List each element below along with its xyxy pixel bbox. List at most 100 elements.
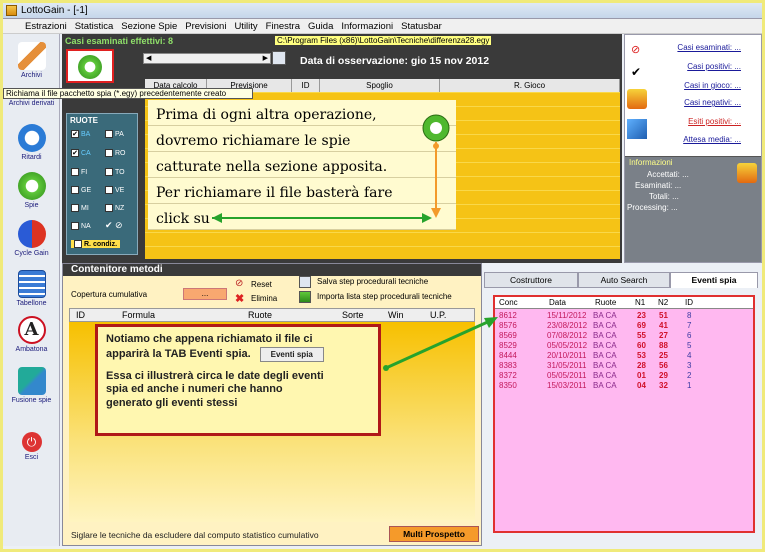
table-cell: 8372 [499,371,517,380]
menu-statistica[interactable]: Statistica [71,19,118,34]
salva-step-button[interactable]: Salva step procedurali tecniche [317,277,428,286]
attesa-media-link[interactable]: Attesa media: ... [683,135,741,144]
sidebar-item-ritardi[interactable]: Ritardi [3,124,60,161]
table-cell: 51 [659,311,668,320]
menu-guida[interactable]: Guida [304,19,337,34]
table-cell: 28 [637,361,646,370]
table-row[interactable]: 8383 31/05/2011 BA CA 28 56 3 [495,361,753,371]
menu-previsioni[interactable]: Previsioni [181,19,230,34]
ruota-fi[interactable]: FI [71,168,87,176]
table-row[interactable]: 8350 15/03/2011 BA CA 04 32 1 [495,381,753,391]
letter-a-icon: A [17,316,46,344]
table-cell: 29 [659,371,668,380]
annotation-note-2: Notiamo che appena richiamato il file ci… [95,324,381,436]
menu-informazioni[interactable]: Informazioni [337,19,397,34]
title-bar: LottoGain - [-1] [3,3,762,19]
save-icon[interactable] [272,51,286,65]
table-cell: 41 [659,321,668,330]
menu-estrazioni[interactable]: Estrazioni [21,19,71,34]
save-icon [299,276,311,288]
sidebar-item-fusione-spie[interactable]: Fusione spie [3,367,60,404]
ruota-mi[interactable]: MI [71,204,89,212]
table-cell: 8444 [499,351,517,360]
ruota-ro[interactable]: RO [105,149,126,157]
scrollbar[interactable]: ◀ ▶ [143,53,271,64]
table-cell: 8350 [499,381,517,390]
ruota-na[interactable]: NA [71,222,91,230]
annotation-arrows [212,114,450,223]
col-r-gioco: R. Gioco [440,79,620,92]
menu-finestra[interactable]: Finestra [262,19,304,34]
scroll-right-icon[interactable]: ▶ [263,54,268,62]
sidebar-item-archivi[interactable]: Archivi [3,42,60,79]
table-cell: 23 [637,311,646,320]
check-all-icon[interactable]: ✔ ⊘ [105,220,123,231]
multi-prospetto-button[interactable]: Multi Prospetto [389,526,479,542]
contenitore-title: Contenitore metodi [71,264,163,275]
sidebar-item-cycle-gain[interactable]: Cycle Gain [3,220,60,257]
spy-icon [422,114,450,142]
table-row[interactable]: 8529 05/05/2012 BA CA 60 88 5 [495,341,753,351]
casi-positivi-link[interactable]: Casi positivi: ... [687,62,741,71]
sidebar-item-esci[interactable]: ⏻ Esci [3,432,60,461]
table-row[interactable]: 8444 20/10/2011 BA CA 53 25 4 [495,351,753,361]
pencil-icon [17,42,46,70]
table-row[interactable]: 8612 15/11/2012 BA CA 23 51 8 [495,311,753,321]
copertura-label: Copertura cumulativa [71,290,148,299]
sidebar-item-spie[interactable]: Spie [3,172,60,209]
table-cell: 05/05/2012 [547,341,588,350]
menu-sezione-spie[interactable]: Sezione Spie [117,19,181,34]
casi-esaminati-link[interactable]: Casi esaminati: ... [677,43,741,52]
sidebar-item-tabellone[interactable]: Tabellone [3,270,60,307]
tab-costruttore[interactable]: Costruttore [484,272,578,288]
casi-negativi-link[interactable]: Casi negativi: ... [684,98,741,107]
r-condiz-checkbox[interactable]: R. condiz. [71,240,121,248]
col-id: ID [292,79,320,92]
ruota-ca[interactable]: ✔ CA [71,149,91,157]
sidebar-item-ambatona[interactable]: A Ambatona [3,316,60,353]
table-cell: 4 [687,351,692,360]
table-cell: BA CA [593,361,617,370]
ruota-ba[interactable]: ✔ BA [71,130,90,138]
app-icon [6,5,17,16]
reset-button[interactable]: Reset [251,280,272,289]
menu-utility[interactable]: Utility [230,19,261,34]
table-cell: 56 [659,361,668,370]
table-row[interactable]: 8569 07/08/2012 BA CA 55 27 6 [495,331,753,341]
importa-step-button[interactable]: Importa lista step procedurali tecniche [317,292,452,301]
table-cell: 7 [687,321,692,330]
ruota-to[interactable]: TO [105,168,125,176]
clock-icon [17,124,46,152]
tab-auto-search[interactable]: Auto Search [578,272,670,288]
delete-icon: ✖ [235,293,245,305]
table-cell: 05/05/2011 [547,371,587,380]
table-row[interactable]: 8576 23/08/2012 BA CA 69 41 7 [495,321,753,331]
sidebar-item-archivi-derivati[interactable]: Archivi derivati [3,100,60,107]
load-spy-file-button[interactable] [66,49,114,83]
ruota-ve[interactable]: VE [105,186,124,194]
table-cell: 8576 [499,321,517,330]
eventi-spia-table: Conc Data Ruote N1 N2 ID 8612 15/11/2012 B… [493,295,755,533]
tab-eventi-spia[interactable]: Eventi spia [670,272,758,288]
elimina-button[interactable]: Elimina [251,294,277,303]
menu-statusbar[interactable]: Statusbar [397,19,446,34]
ruota-pa[interactable]: PA [105,130,124,138]
table-cell: 69 [637,321,646,330]
table-cell: 55 [637,331,646,340]
table-row[interactable]: 8372 05/05/2011 BA CA 01 29 2 [495,371,753,381]
book-icon [627,119,647,139]
casi-in-gioco-link[interactable]: Casi in gioco: ... [684,81,741,90]
ruota-ge[interactable]: GE [71,186,91,194]
table-cell: 15/11/2012 [547,311,587,320]
table-cell: BA CA [593,381,617,390]
table-cell: 01 [637,371,646,380]
ruota-nz[interactable]: NZ [105,204,124,212]
events-header: Conc Data Ruote N1 N2 ID [495,297,753,309]
esiti-positivi-link[interactable]: Esiti positivi: ... [688,117,741,126]
exit-icon: ⏻ [21,432,42,452]
table-cell: 3 [687,361,692,370]
scroll-left-icon[interactable]: ◀ [146,54,151,62]
informazioni-box: Informazioni Accettati: ... Esaminati: .… [625,156,761,262]
no-entry-icon: ⊘ [631,44,641,56]
table-icon [17,270,46,298]
